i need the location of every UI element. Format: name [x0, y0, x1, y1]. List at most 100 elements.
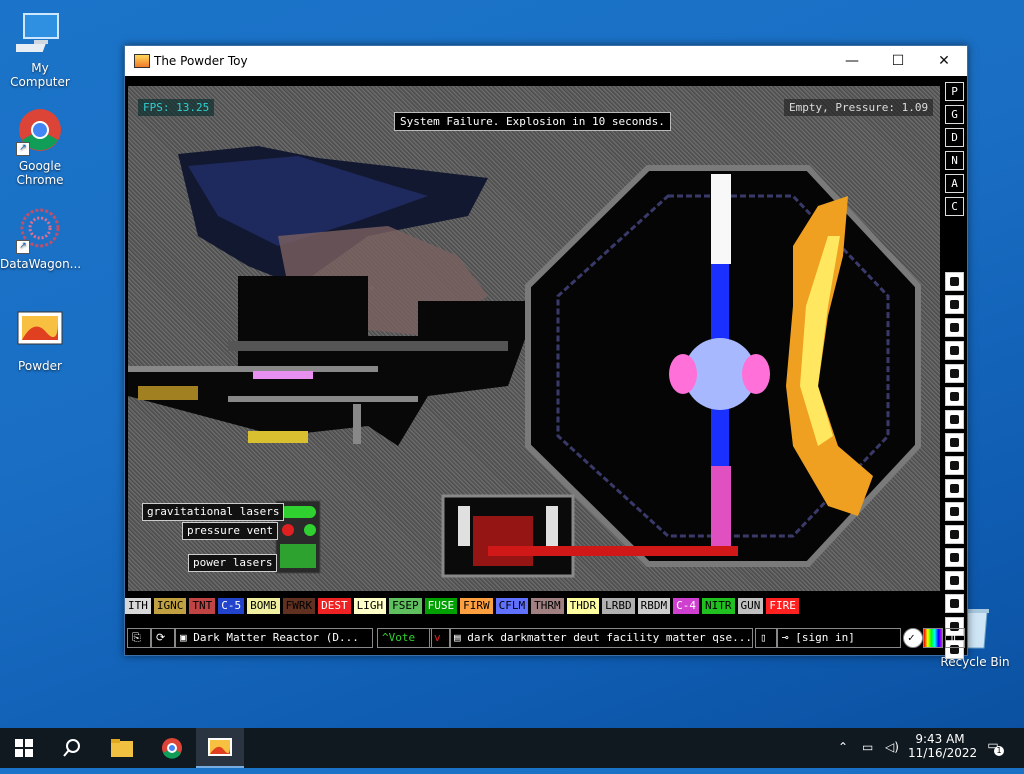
reload-icon[interactable]: ⟳ [151, 628, 175, 648]
sidebar-button-n[interactable]: N [945, 151, 964, 170]
element-ligh[interactable]: LIGH [353, 598, 387, 614]
solids-tool-icon[interactable] [945, 479, 964, 498]
save-name-button[interactable]: ▣ Dark Matter Reactor (D... [175, 628, 373, 648]
bottom-toolbar: ⎘ ⟳ ▣ Dark Matter Reactor (D... ^Vote v … [125, 626, 967, 650]
powder-icon [208, 738, 232, 756]
maximize-button[interactable]: ☐ [875, 46, 921, 76]
sidebar-button-c[interactable]: C [945, 197, 964, 216]
tag-icon: ▤ [454, 631, 468, 644]
powders-tool-icon[interactable] [945, 456, 964, 475]
minimize-button[interactable]: — [829, 46, 875, 76]
file-explorer-button[interactable] [98, 728, 146, 768]
network-icon[interactable]: ▭ [862, 740, 873, 754]
clock[interactable]: 9:43 AM 11/16/2022 [908, 732, 977, 760]
desktop-icon-google-chrome[interactable]: ↗ Google Chrome [0, 108, 80, 187]
desktop-icon-powder[interactable]: Powder [0, 308, 80, 373]
vote-up-button[interactable]: ^Vote [377, 628, 432, 648]
desktop-icon-label: My Computer [10, 61, 70, 89]
sidebar-button-d[interactable]: D [945, 128, 964, 147]
close-button[interactable]: ✕ [921, 46, 967, 76]
open-save-icon[interactable]: ⎘ [127, 628, 151, 648]
element-lrbd[interactable]: LRBD [602, 598, 635, 614]
search-icon [63, 739, 80, 757]
sensors-tool-icon[interactable] [945, 341, 964, 360]
element-thdr[interactable]: THDR [566, 598, 600, 614]
element-bomb[interactable]: BOMB [247, 598, 280, 614]
chrome-icon [162, 738, 182, 759]
element-nitr[interactable]: NITR [702, 598, 735, 614]
gases-tool-icon[interactable] [945, 410, 964, 429]
sidebar-button-g[interactable]: G [945, 105, 964, 124]
show-hidden-icons[interactable]: ⌃ [838, 740, 848, 754]
start-button[interactable] [0, 728, 48, 768]
powder-toy-window: The Powder Toy — ☐ ✕ FPS: 13.25 Empty, P… [124, 45, 968, 659]
force-tool-icon[interactable] [945, 364, 964, 383]
desktop-icon-datawagon[interactable]: ↗ DataWagon... [0, 206, 81, 271]
tags-text: dark darkmatter deut facility matter qse… [467, 631, 753, 644]
element-ith[interactable]: ITH [125, 598, 151, 614]
notification-center-button[interactable]: ▭ 1 [982, 738, 1004, 756]
element-cflm[interactable]: CFLM [495, 598, 529, 614]
element-rbdm[interactable]: RBDM [637, 598, 671, 614]
element-fwrk[interactable]: FWRK [282, 598, 316, 614]
label-power-lasers: power lasers [188, 554, 278, 572]
chrome-icon: ↗ [16, 108, 64, 156]
element-dest[interactable]: DEST [318, 598, 351, 614]
special-tool-icon[interactable] [945, 525, 964, 544]
chrome-taskbar-button[interactable] [148, 728, 196, 768]
vote-down-icon[interactable]: v [429, 628, 451, 648]
windows-icon [15, 739, 33, 757]
login-button[interactable]: ⊸ [sign in] [777, 628, 901, 648]
window-title: The Powder Toy [154, 54, 248, 68]
element-c5[interactable]: C-5 [218, 598, 245, 614]
element-fire[interactable]: FIRE [766, 598, 799, 614]
powder-taskbar-button[interactable] [196, 728, 244, 768]
pause-icon[interactable]: ‖ [945, 628, 965, 648]
tools-tool-icon[interactable] [945, 571, 964, 590]
liquids-tool-icon[interactable] [945, 433, 964, 452]
element-ignc[interactable]: IGNC [153, 598, 187, 614]
game-of-life-tool-icon[interactable] [945, 548, 964, 567]
element-firw[interactable]: FIRW [460, 598, 493, 614]
label-gravitational-lasers: gravitational lasers [142, 503, 285, 521]
explosives-tool-icon[interactable] [945, 387, 964, 406]
element-fuse[interactable]: FUSE [424, 598, 458, 614]
powder-icon [16, 308, 64, 356]
element-thrm[interactable]: THRM [531, 598, 564, 614]
login-label: [sign in] [795, 631, 855, 644]
volume-icon[interactable]: ◁) [885, 740, 899, 754]
element-c4[interactable]: C-4 [673, 598, 699, 614]
key-icon: ⊸ [782, 631, 796, 644]
desktop-icon-label: Powder [18, 359, 62, 373]
search-button[interactable] [48, 728, 96, 768]
favorites-tool-icon[interactable] [945, 594, 964, 613]
desktop-icon-my-computer[interactable]: My Computer [0, 10, 80, 89]
settings-icon[interactable]: ✓ [903, 628, 923, 648]
upvote-icon: ^ [382, 631, 389, 644]
desktop-icon-label: Google Chrome [16, 159, 64, 187]
save-name: Dark Matter Reactor (D... [193, 631, 359, 644]
taskbar: ⌃ ▭ ◁) 9:43 AM 11/16/2022 ▭ 1 [0, 728, 1024, 768]
element-gun[interactable]: GUN [737, 598, 764, 614]
radioactive-tool-icon[interactable] [945, 502, 964, 521]
fps-counter: FPS: 13.25 [138, 99, 215, 116]
clock-time: 9:43 AM [915, 732, 965, 746]
shortcut-arrow-icon: ↗ [16, 240, 30, 254]
computer-icon [10, 10, 64, 58]
notification-count: 1 [994, 746, 1004, 756]
element-tnt[interactable]: TNT [189, 598, 216, 614]
window-titlebar[interactable]: The Powder Toy — ☐ ✕ [125, 46, 967, 76]
renderer-options-icon[interactable] [923, 628, 943, 648]
pressure-readout: Empty, Pressure: 1.09 [784, 99, 934, 116]
element-fsep[interactable]: FSEP [389, 598, 422, 614]
walls-tool-icon[interactable] [945, 272, 964, 291]
system-message: System Failure. Explosion in 10 seconds. [394, 112, 671, 131]
app-icon [134, 54, 150, 68]
sidebar-button-a[interactable]: A [945, 174, 964, 193]
powered-tool-icon[interactable] [945, 318, 964, 337]
simulation-canvas[interactable]: FPS: 13.25 Empty, Pressure: 1.09 System … [128, 86, 940, 591]
tags-field[interactable]: ▤ dark darkmatter deut facility matter q… [449, 628, 753, 648]
new-simulation-icon[interactable]: ▯ [755, 628, 777, 648]
sidebar-button-p[interactable]: P [945, 82, 964, 101]
electronics-tool-icon[interactable] [945, 295, 964, 314]
